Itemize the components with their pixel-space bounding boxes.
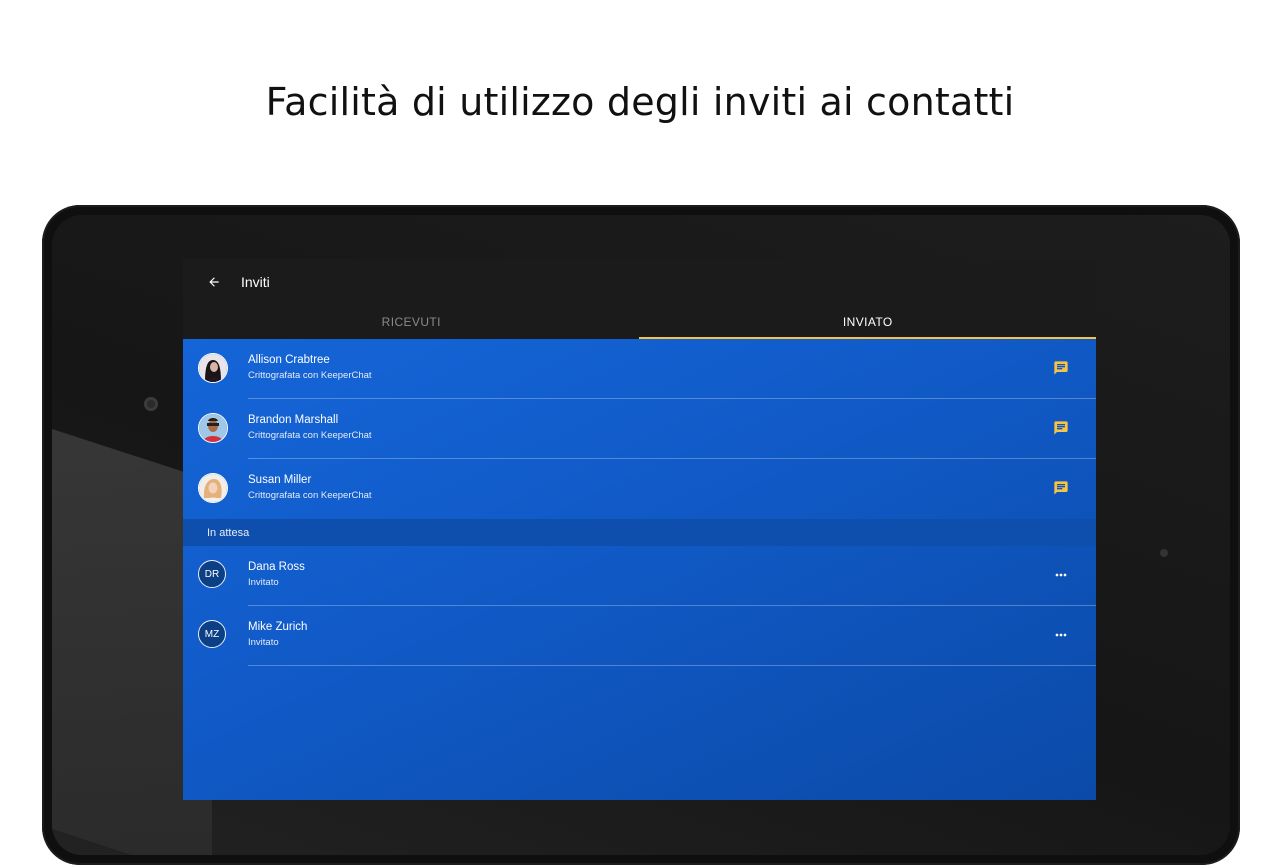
more-options-button[interactable] <box>1052 626 1070 644</box>
list-item[interactable]: Susan Miller Crittografata con KeeperCha… <box>183 459 1096 519</box>
chat-icon <box>1054 481 1068 495</box>
list-item[interactable]: MZ Mike Zurich Invitato <box>183 606 1096 666</box>
list-item[interactable]: Allison Crabtree Crittografata con Keepe… <box>183 339 1096 399</box>
contact-name: Susan Miller <box>248 474 312 486</box>
avatar <box>198 353 228 383</box>
chat-button[interactable] <box>1052 359 1070 377</box>
page-headline: Facilità di utilizzo degli inviti ai con… <box>265 80 1015 124</box>
tab-received[interactable]: RICEVUTI <box>183 305 640 339</box>
contact-name: Allison Crabtree <box>248 354 330 366</box>
page-title: Inviti <box>241 274 270 290</box>
chat-icon <box>1054 421 1068 435</box>
chat-button[interactable] <box>1052 419 1070 437</box>
chat-button[interactable] <box>1052 479 1070 497</box>
chat-icon <box>1054 361 1068 375</box>
back-button[interactable] <box>205 273 223 291</box>
contact-status: Invitato <box>248 637 279 648</box>
more-horizontal-icon <box>1055 633 1067 637</box>
list-item[interactable]: DR Dana Ross Invitato <box>183 546 1096 606</box>
avatar <box>198 473 228 503</box>
contact-name: Mike Zurich <box>248 621 308 633</box>
contact-name: Dana Ross <box>248 561 305 573</box>
more-horizontal-icon <box>1055 573 1067 577</box>
tab-sent[interactable]: INVIATO <box>640 305 1097 339</box>
invites-list: Allison Crabtree Crittografata con Keepe… <box>183 339 1096 800</box>
row-divider <box>248 665 1096 666</box>
front-camera-icon <box>144 397 158 411</box>
more-options-button[interactable] <box>1052 566 1070 584</box>
avatar: MZ <box>198 620 226 648</box>
contact-status: Crittografata con KeeperChat <box>248 370 372 381</box>
list-item[interactable]: Brandon Marshall Crittografata con Keepe… <box>183 399 1096 459</box>
tab-bar: RICEVUTI INVIATO <box>183 305 1096 339</box>
sensor-icon <box>1160 549 1168 557</box>
contact-status: Crittografata con KeeperChat <box>248 430 372 441</box>
avatar <box>198 413 228 443</box>
app-screen: Inviti RICEVUTI INVIATO Allison Crabtree… <box>183 259 1096 800</box>
contact-name: Brandon Marshall <box>248 414 339 426</box>
contact-status: Invitato <box>248 577 279 588</box>
avatar: DR <box>198 560 226 588</box>
pending-section-header: In attesa <box>183 519 1096 546</box>
app-bar: Inviti <box>183 259 1096 305</box>
contact-status: Crittografata con KeeperChat <box>248 490 372 501</box>
arrow-left-icon <box>209 277 219 287</box>
